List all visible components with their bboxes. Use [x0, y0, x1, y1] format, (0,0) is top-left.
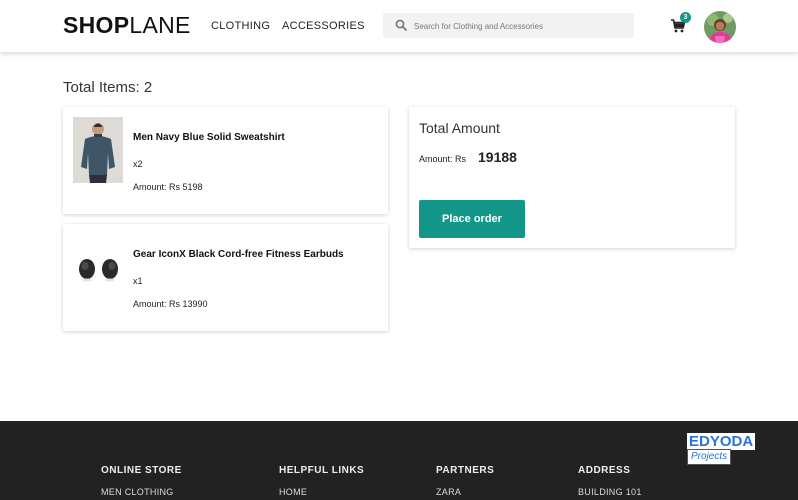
cart-item-card: Gear IconX Black Cord-free Fitness Earbu…	[63, 224, 388, 331]
summary-amount-label: Amount: Rs	[419, 154, 467, 164]
avatar-image	[704, 11, 736, 43]
total-items-label: Total Items: 2	[63, 79, 153, 96]
site-footer: ONLINE STORE MEN CLOTHING HELPFUL LINKS …	[0, 421, 798, 500]
edyoda-projects-logo: EDYODA Projects	[687, 433, 765, 465]
brand-bottom-text: Projects	[687, 449, 732, 465]
item-amount: Amount: Rs 13990	[133, 299, 208, 309]
brand-top-text: EDYODA	[687, 433, 756, 450]
footer-link-men-clothing[interactable]: MEN CLOTHING	[101, 487, 174, 497]
place-order-button[interactable]: Place order	[419, 200, 525, 238]
item-name[interactable]: Gear IconX Black Cord-free Fitness Earbu…	[133, 249, 344, 260]
nav-clothing[interactable]: CLOTHING	[211, 20, 270, 32]
top-header: SHOPLANE CLOTHING ACCESSORIES 3	[0, 0, 798, 52]
footer-heading-online-store: ONLINE STORE	[101, 465, 182, 476]
shoplane-logo[interactable]: SHOPLANE	[63, 12, 191, 39]
footer-heading-address: ADDRESS	[578, 465, 631, 476]
item-quantity: x2	[133, 159, 143, 169]
sweatshirt-image[interactable]	[73, 117, 123, 183]
cart-item-card: Men Navy Blue Solid Sweatshirt x2 Amount…	[63, 107, 388, 214]
footer-heading-partners: PARTNERS	[436, 465, 495, 476]
summary-amount-value: 19188	[478, 149, 517, 165]
search-input[interactable]	[414, 17, 624, 35]
logo-light-text: LANE	[129, 12, 191, 38]
search-icon	[395, 19, 407, 31]
nav-accessories[interactable]: ACCESSORIES	[282, 20, 365, 32]
footer-address-line: BUILDING 101	[578, 487, 642, 497]
item-name[interactable]: Men Navy Blue Solid Sweatshirt	[133, 132, 285, 143]
footer-link-home[interactable]: HOME	[279, 487, 307, 497]
cart-count-badge: 3	[680, 12, 691, 23]
search-bar	[383, 13, 634, 38]
footer-heading-helpful-links: HELPFUL LINKS	[279, 465, 365, 476]
order-summary-card: Total Amount Amount: Rs 19188 Place orde…	[409, 107, 735, 248]
logo-bold-text: SHOP	[63, 12, 130, 38]
footer-link-zara[interactable]: ZARA	[436, 487, 461, 497]
earbuds-image[interactable]	[73, 234, 123, 300]
item-quantity: x1	[133, 276, 143, 286]
user-avatar[interactable]	[704, 11, 736, 43]
summary-title: Total Amount	[419, 120, 500, 136]
item-amount: Amount: Rs 5198	[133, 182, 203, 192]
